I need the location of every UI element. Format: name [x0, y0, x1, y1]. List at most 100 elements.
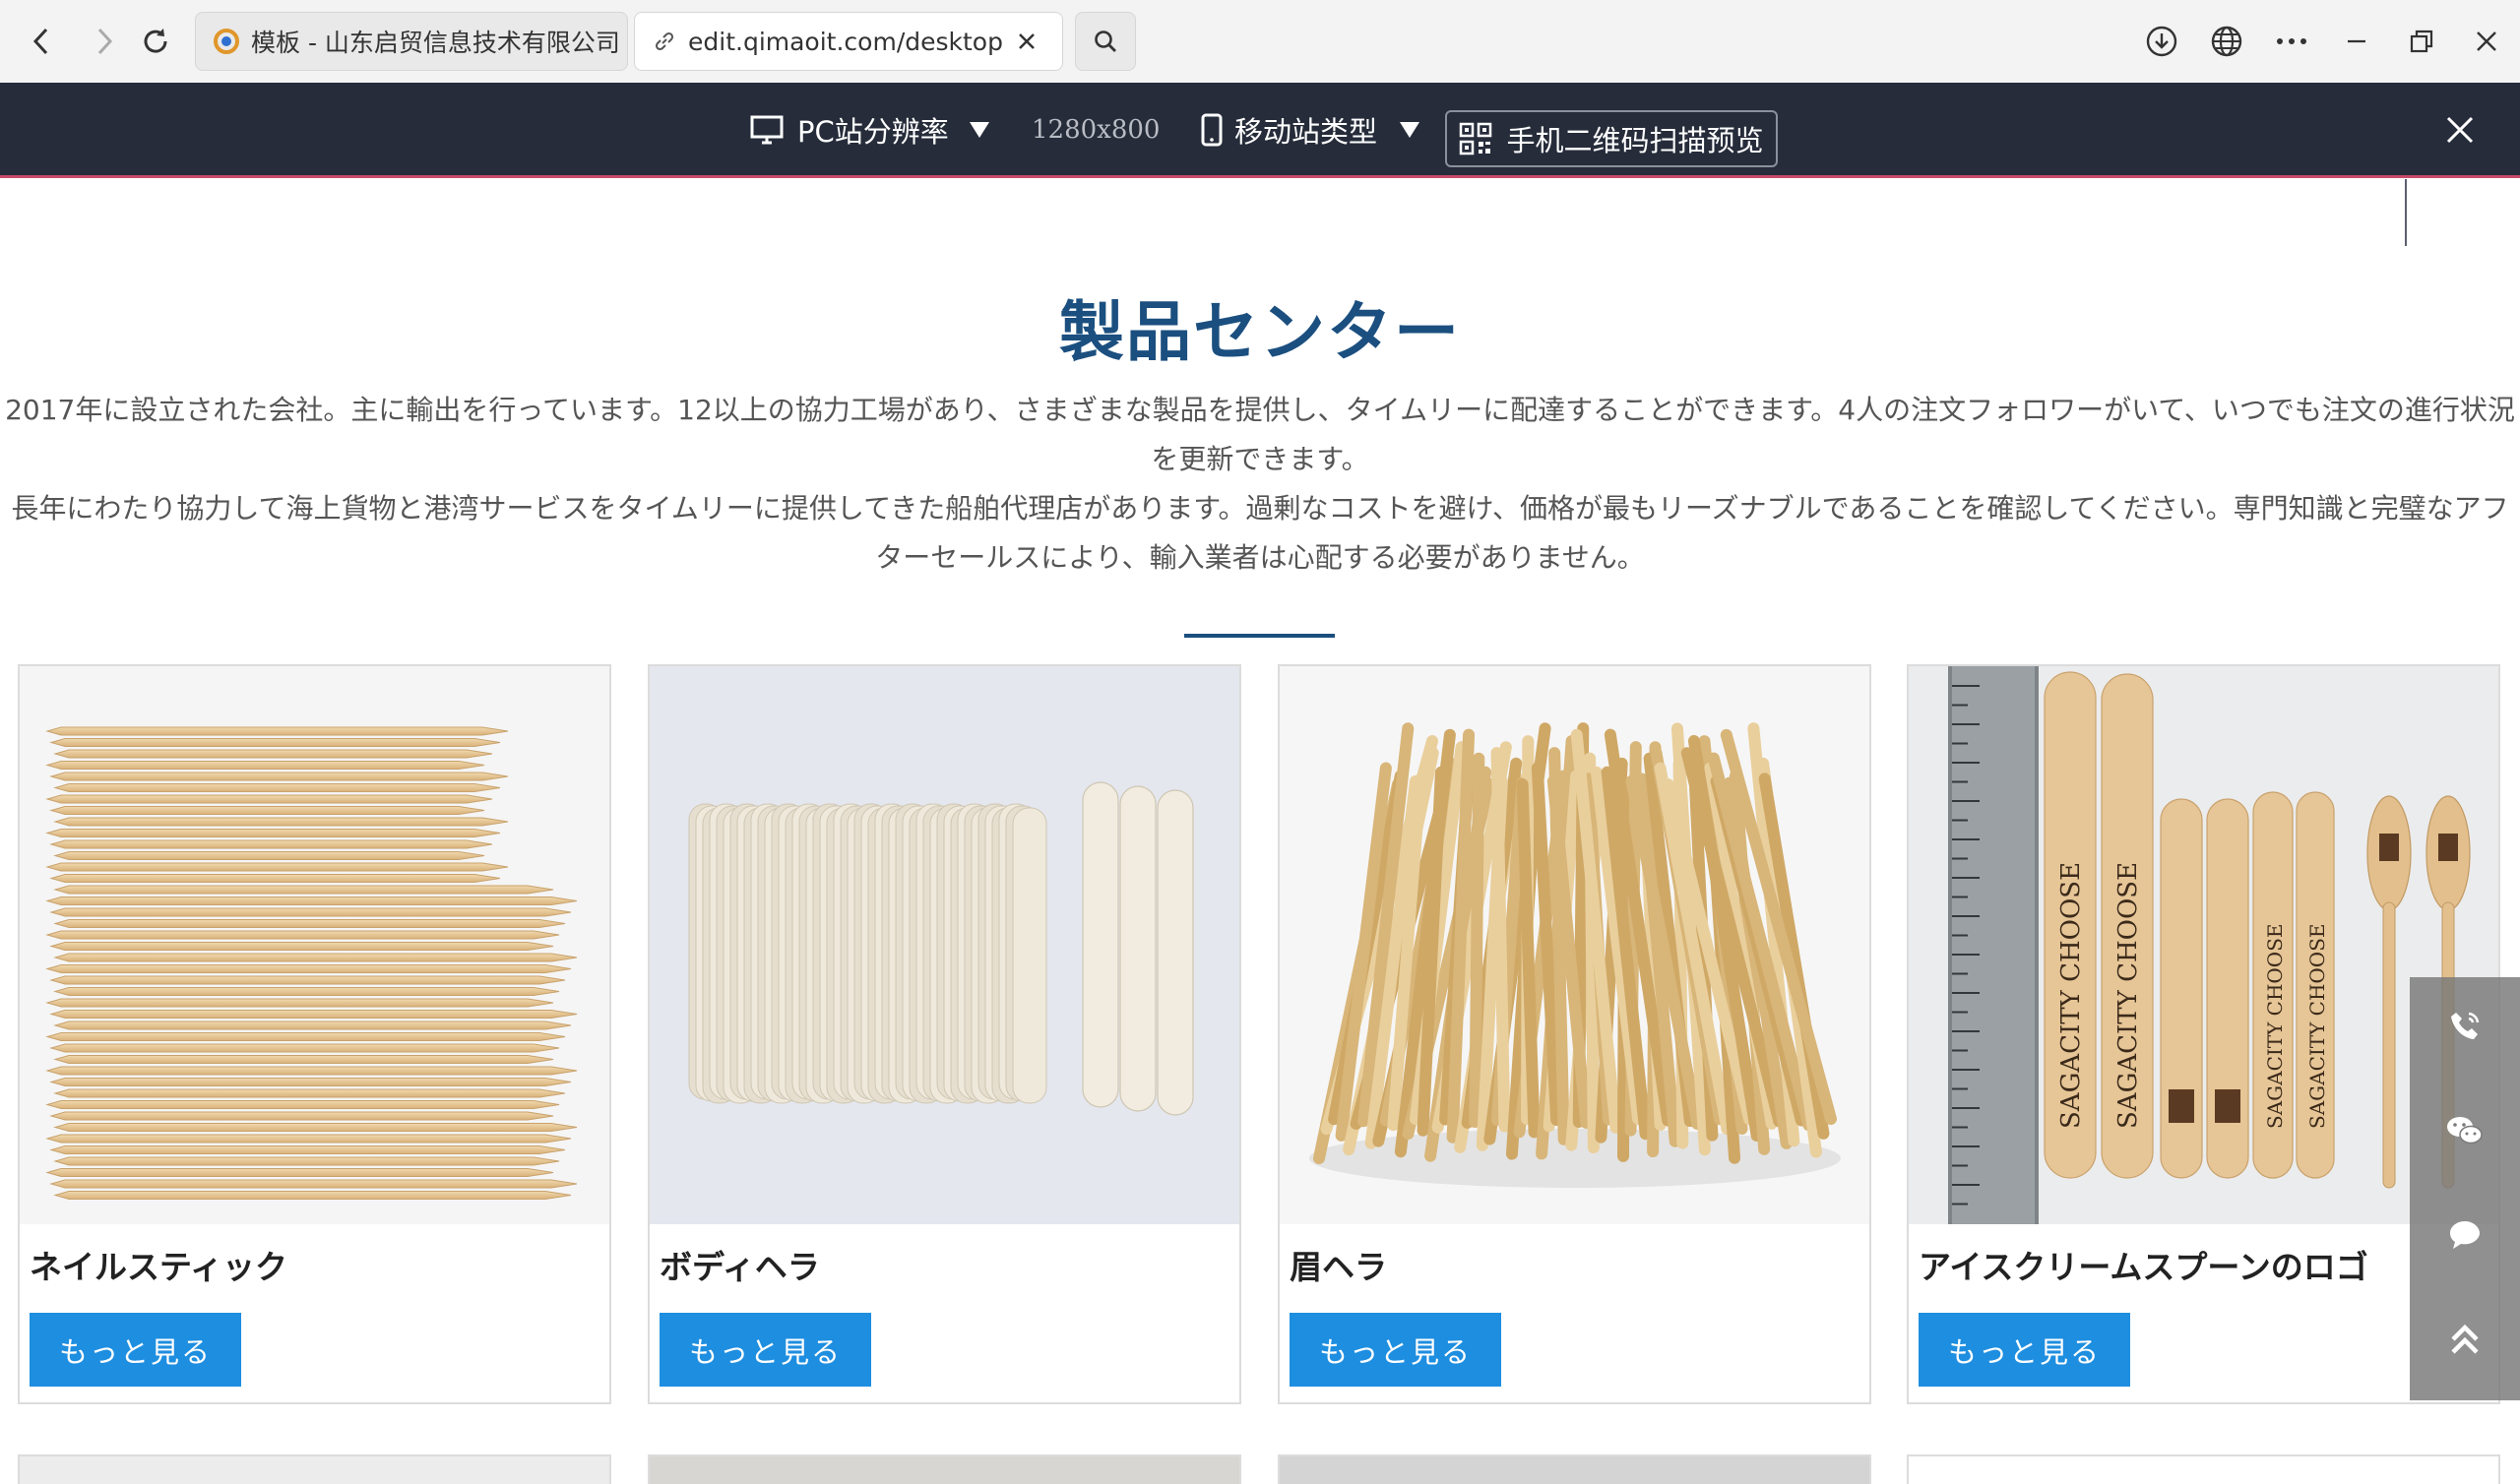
- wood-stick: [45, 726, 509, 736]
- stick-logo-text: SAGACITY CHOOSE: [2113, 862, 2143, 1129]
- dropdown-arrow-icon: [969, 120, 990, 140]
- more-button[interactable]: もっと見る: [660, 1313, 871, 1387]
- close-tab-icon[interactable]: [1017, 31, 1037, 51]
- wood-stick: [45, 829, 501, 837]
- wood-stick: [45, 1100, 560, 1109]
- close-icon: [2445, 115, 2475, 145]
- stick-logo-text: SAGACITY CHOOSE: [2056, 862, 2086, 1129]
- mobile-type-label: 移动站类型: [1234, 115, 1378, 149]
- minimize-icon[interactable]: [2335, 22, 2378, 61]
- product-card[interactable]: ネイルスティック もっと見る: [18, 664, 611, 1404]
- stick-logo-text: SAGACITY CHOOSE: [2263, 923, 2287, 1129]
- spatula: [1119, 785, 1157, 1112]
- dropdown-arrow-icon: [1399, 120, 1420, 140]
- globe-icon[interactable]: [2205, 22, 2248, 61]
- restore-icon[interactable]: [2400, 22, 2443, 61]
- wood-stick: [53, 953, 578, 962]
- link-icon: [653, 30, 676, 53]
- wood-stick: [49, 839, 493, 849]
- title-underline: [1184, 634, 1335, 638]
- wood-stick: [53, 1156, 560, 1166]
- search-tab-button[interactable]: [1075, 12, 1136, 71]
- wood-stick: [53, 851, 485, 860]
- wood-stick: [53, 919, 566, 928]
- product-name: 眉ヘラ: [1290, 1248, 1387, 1286]
- pc-resolution-label: PC站分辨率: [797, 115, 949, 149]
- wood-stick: [53, 1191, 572, 1200]
- back-to-top-icon[interactable]: [2410, 1290, 2520, 1389]
- product-image[interactable]: [650, 666, 1239, 1224]
- wood-stick: [45, 897, 578, 905]
- wood-stick: [45, 930, 560, 940]
- wood-stick: [49, 1078, 572, 1086]
- more-button[interactable]: もっと見る: [1290, 1313, 1501, 1387]
- wood-stick: [49, 1111, 554, 1121]
- stick-logo-mark: [2169, 1089, 2194, 1123]
- pc-resolution-dropdown[interactable]: PC站分辨率: [750, 83, 990, 177]
- message-icon[interactable]: [2410, 1186, 2520, 1284]
- wood-stick: [49, 874, 501, 883]
- mobile-type-dropdown[interactable]: 移动站类型: [1201, 83, 1420, 177]
- product-image[interactable]: [1280, 666, 1869, 1224]
- phone-icon: [1201, 113, 1223, 147]
- qr-preview-label: 手机二维码扫描预览: [1506, 124, 1764, 157]
- product-image[interactable]: [20, 666, 609, 1224]
- site-favicon-icon: [214, 29, 239, 54]
- floating-contact-bar: [2410, 977, 2520, 1400]
- wood-stick: [49, 772, 509, 781]
- wood-stick: [49, 975, 566, 985]
- wood-stick: [53, 783, 501, 792]
- section-intro: 2017年に設立された会社。主に輸出を行っています。12以上の協力工場があり、さ…: [0, 386, 2520, 583]
- close-window-icon[interactable]: [2465, 22, 2508, 61]
- spoon-logo-mark: [2438, 834, 2458, 861]
- wood-stick: [49, 942, 554, 951]
- wood-stick: [45, 998, 554, 1008]
- wood-stick: [53, 987, 560, 996]
- wood-stick: [49, 1043, 560, 1053]
- wood-stick: [45, 964, 572, 973]
- wood-stick: [1469, 752, 1485, 1129]
- intro-paragraph: 長年にわたり協力して海上貨物と港湾サービスをタイムリーに提供してきた船舶代理店が…: [11, 492, 2509, 574]
- wood-stick: [53, 817, 509, 827]
- back-arrow-icon[interactable]: [22, 22, 61, 61]
- close-preview-button[interactable]: [2445, 83, 2475, 177]
- wood-stick: [53, 1055, 554, 1064]
- wood-stick: [49, 907, 572, 917]
- product-name: ネイルスティック: [30, 1248, 288, 1286]
- tab-label: edit.qimaoit.com/desktop/h: [688, 27, 1003, 56]
- wood-stick: [49, 738, 501, 747]
- product-card[interactable]: 眉ヘラ もっと見る: [1278, 664, 1871, 1404]
- qr-code-icon: [1459, 122, 1492, 155]
- resolution-value: 1280x800: [1032, 115, 1161, 145]
- wood-stick: [53, 885, 554, 895]
- wood-stick: [49, 1145, 566, 1154]
- download-icon[interactable]: [2140, 22, 2183, 61]
- more-button[interactable]: もっと見る: [1919, 1313, 2130, 1387]
- intro-paragraph: 2017年に設立された会社。主に輸出を行っています。12以上の協力工場があり、さ…: [5, 394, 2515, 475]
- product-card[interactable]: ボディヘラ もっと見る: [648, 664, 1241, 1404]
- wood-stick: [49, 806, 485, 815]
- reload-icon[interactable]: [136, 22, 175, 61]
- eyebrow-spatulas-photo: [1280, 666, 1869, 1224]
- browser-toolbar: 模板 - 山东启贸信息技术有限公司 edit.qimaoit.com/deskt…: [0, 0, 2520, 84]
- qr-preview-button[interactable]: 手机二维码扫描预览: [1445, 110, 1778, 167]
- wood-stick: [45, 761, 485, 770]
- phone-call-icon[interactable]: [2410, 977, 2520, 1076]
- body-spatulas-photo: [650, 666, 1239, 1224]
- preview-toolbar: PC站分辨率 1280x800 移动站类型: [0, 83, 2520, 246]
- browser-tab-template[interactable]: 模板 - 山东启贸信息技术有限公司: [195, 12, 628, 71]
- browser-tab-editor[interactable]: edit.qimaoit.com/desktop/h: [634, 12, 1063, 71]
- wood-stick: [45, 1066, 578, 1076]
- wood-stick: [53, 1020, 572, 1030]
- monitor-icon: [750, 115, 784, 145]
- more-button[interactable]: もっと見る: [30, 1313, 241, 1387]
- forward-arrow-icon[interactable]: [85, 22, 124, 61]
- more-icon[interactable]: [2270, 22, 2313, 61]
- spatula: [1082, 781, 1119, 1108]
- wood-stick: [45, 1168, 554, 1177]
- wood-stick: [45, 1032, 566, 1041]
- nail-sticks-photo: [20, 666, 609, 1224]
- wood-stick: [53, 1123, 578, 1132]
- wechat-icon[interactable]: [2410, 1082, 2520, 1180]
- spatula: [1012, 807, 1047, 1104]
